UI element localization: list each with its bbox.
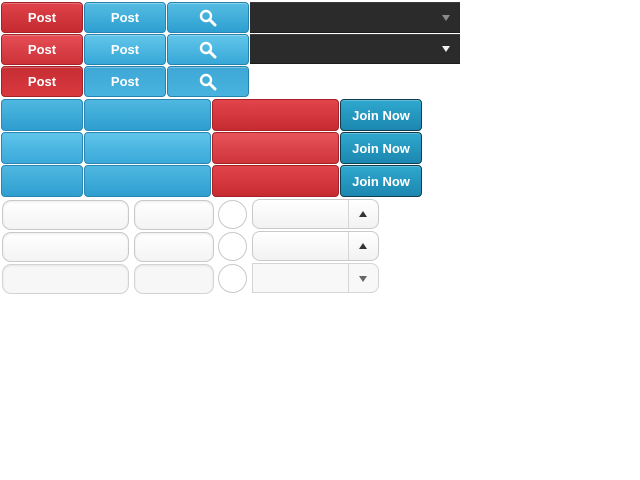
post-button-label: Post (27, 10, 57, 25)
join-now-label: Join Now (352, 107, 410, 123)
search-icon (199, 41, 217, 58)
post-button-label: Post (110, 10, 140, 25)
select-divider (348, 264, 349, 292)
text-input-wide-disabled[interactable] (2, 264, 129, 294)
text-input-small[interactable] (134, 200, 214, 230)
search-button-active[interactable] (167, 66, 249, 97)
dark-select-hover[interactable] (250, 34, 460, 64)
text-input-wide-focus[interactable] (2, 232, 129, 262)
post-button-blue-active[interactable]: Post (84, 66, 166, 97)
post-button-label: Post (110, 74, 140, 89)
post-button-red-hover[interactable]: Post (1, 34, 83, 65)
select-box-disabled[interactable] (252, 263, 379, 293)
search-icon (199, 73, 217, 90)
text-input-wide[interactable] (2, 200, 129, 230)
triangle-down-icon (442, 46, 450, 52)
triangle-down-icon (359, 276, 367, 282)
blue-tile-wide[interactable] (84, 99, 211, 131)
red-tile-wide-active[interactable] (212, 165, 339, 197)
radio-button-focus[interactable] (218, 232, 247, 261)
dark-select[interactable] (250, 2, 460, 33)
post-button-label: Post (110, 42, 140, 57)
search-button[interactable] (167, 2, 249, 33)
triangle-up-icon (359, 243, 367, 249)
red-tile-wide[interactable] (212, 99, 339, 131)
post-button-red[interactable]: Post (1, 2, 83, 33)
post-button-label: Post (27, 42, 57, 57)
text-input-small-focus[interactable] (134, 232, 214, 262)
join-now-label: Join Now (352, 173, 410, 189)
radio-button[interactable] (218, 200, 247, 229)
select-box[interactable] (252, 199, 379, 229)
blue-tile-small[interactable] (1, 99, 83, 131)
join-now-button-hover[interactable]: Join Now (340, 132, 422, 164)
select-divider (348, 232, 349, 260)
post-button-label: Post (27, 74, 57, 89)
join-now-label: Join Now (352, 140, 410, 156)
post-button-blue[interactable]: Post (84, 2, 166, 33)
blue-tile-small-hover[interactable] (1, 132, 83, 164)
select-divider (348, 200, 349, 228)
blue-tile-wide-hover[interactable] (84, 132, 211, 164)
radio-button-disabled[interactable] (218, 264, 247, 293)
search-icon (199, 9, 217, 26)
blue-tile-small-active[interactable] (1, 165, 83, 197)
red-tile-wide-hover[interactable] (212, 132, 339, 164)
join-now-button-active[interactable]: Join Now (340, 165, 422, 197)
join-now-button[interactable]: Join Now (340, 99, 422, 131)
triangle-down-icon (442, 14, 450, 21)
blue-tile-wide-active[interactable] (84, 165, 211, 197)
post-button-blue-hover[interactable]: Post (84, 34, 166, 65)
select-box-focus[interactable] (252, 231, 379, 261)
triangle-up-icon (359, 211, 367, 217)
search-button-hover[interactable] (167, 34, 249, 65)
text-input-small-disabled[interactable] (134, 264, 214, 294)
post-button-red-active[interactable]: Post (1, 66, 83, 97)
